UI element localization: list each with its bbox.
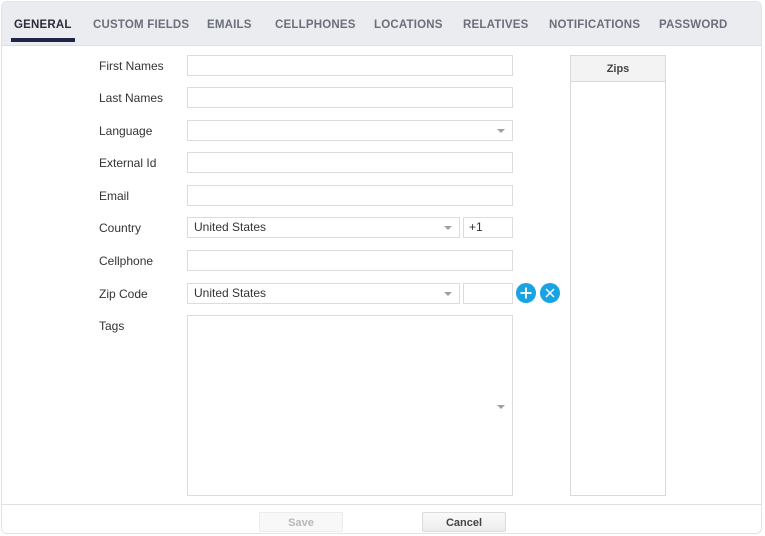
zips-header: Zips bbox=[571, 56, 665, 82]
external-id-label: External Id bbox=[99, 156, 157, 170]
zips-list: Zips bbox=[570, 55, 666, 496]
caret-down-icon bbox=[497, 129, 505, 133]
country-value: United States bbox=[194, 220, 267, 234]
language-select[interactable] bbox=[187, 120, 513, 141]
remove-zip-button[interactable] bbox=[540, 283, 560, 303]
tab-general[interactable]: GENERAL bbox=[11, 2, 75, 46]
active-tab-indicator bbox=[11, 38, 75, 42]
zip-country-select[interactable]: United States bbox=[187, 283, 460, 304]
email-input[interactable] bbox=[194, 186, 506, 205]
tags-label: Tags bbox=[99, 319, 125, 333]
tab-label: NOTIFICATIONS bbox=[549, 19, 641, 31]
tab-label: CELLPHONES bbox=[275, 19, 356, 31]
user-edit-panel: GENERAL CUSTOM FIELDS EMAILS CELLPHONES … bbox=[1, 1, 762, 534]
zip-code-label: Zip Code bbox=[99, 287, 148, 301]
dial-code-value: +1 bbox=[469, 220, 483, 234]
add-zip-button[interactable] bbox=[516, 283, 536, 303]
zip-code-field[interactable] bbox=[463, 283, 513, 304]
first-names-label: First Names bbox=[99, 59, 164, 73]
last-names-input[interactable] bbox=[194, 88, 506, 107]
last-names-field[interactable] bbox=[187, 87, 513, 108]
country-select[interactable]: United States bbox=[187, 217, 460, 238]
tags-multiselect[interactable] bbox=[187, 315, 513, 496]
last-names-label: Last Names bbox=[99, 91, 164, 105]
external-id-field[interactable] bbox=[187, 152, 513, 173]
form-footer: Save Cancel bbox=[2, 504, 761, 533]
email-label: Email bbox=[99, 189, 130, 203]
cellphone-label: Cellphone bbox=[99, 254, 154, 268]
cellphone-input[interactable] bbox=[194, 251, 506, 270]
external-id-input[interactable] bbox=[194, 153, 506, 172]
close-icon bbox=[545, 288, 555, 298]
tab-relatives[interactable]: RELATIVES bbox=[463, 2, 528, 46]
tab-cellphones[interactable]: CELLPHONES bbox=[275, 2, 356, 46]
tab-label: GENERAL bbox=[14, 19, 72, 31]
tab-label: EMAILS bbox=[207, 19, 252, 31]
save-button[interactable]: Save bbox=[259, 512, 343, 532]
country-label: Country bbox=[99, 221, 142, 235]
tab-label: CUSTOM FIELDS bbox=[93, 19, 190, 31]
cancel-button[interactable]: Cancel bbox=[422, 512, 506, 532]
first-names-field[interactable] bbox=[187, 55, 513, 76]
caret-down-icon bbox=[444, 292, 452, 296]
tab-locations[interactable]: LOCATIONS bbox=[374, 2, 443, 46]
cellphone-field[interactable] bbox=[187, 250, 513, 271]
dial-code-field[interactable]: +1 bbox=[463, 217, 513, 238]
email-field[interactable] bbox=[187, 185, 513, 206]
tab-emails[interactable]: EMAILS bbox=[207, 2, 252, 46]
caret-down-icon bbox=[497, 405, 505, 409]
plus-icon bbox=[520, 287, 532, 299]
language-label: Language bbox=[99, 124, 153, 138]
tab-notifications[interactable]: NOTIFICATIONS bbox=[549, 2, 640, 46]
tab-label: LOCATIONS bbox=[374, 19, 443, 31]
tab-password[interactable]: PASSWORD bbox=[659, 2, 727, 46]
tab-custom-fields[interactable]: CUSTOM FIELDS bbox=[93, 2, 189, 46]
tab-label: PASSWORD bbox=[659, 19, 728, 31]
caret-down-icon bbox=[444, 226, 452, 230]
first-names-input[interactable] bbox=[194, 56, 506, 75]
tab-bar: GENERAL CUSTOM FIELDS EMAILS CELLPHONES … bbox=[2, 2, 761, 46]
tab-label: RELATIVES bbox=[463, 19, 529, 31]
zip-country-value: United States bbox=[194, 286, 267, 300]
